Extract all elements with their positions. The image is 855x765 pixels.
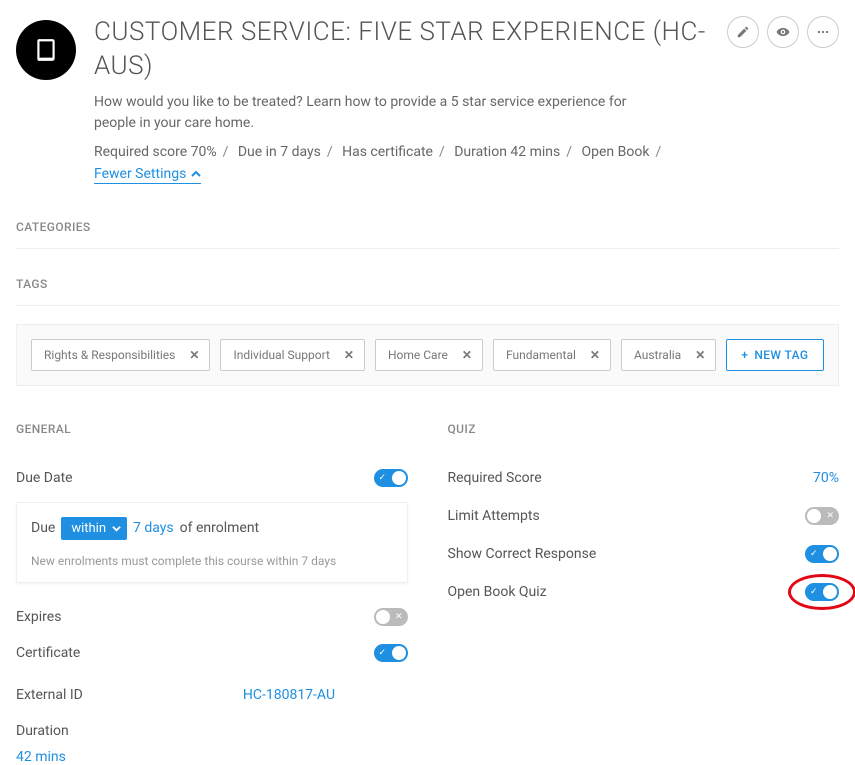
tag-chip[interactable]: Home Care✕	[375, 339, 483, 371]
expires-label: Expires	[16, 609, 61, 625]
page-title: CUSTOMER SERVICE: FIVE STAR EXPERIENCE (…	[94, 16, 709, 84]
close-icon[interactable]: ✕	[695, 348, 705, 362]
expires-toggle[interactable]: ✕	[374, 608, 408, 626]
eye-icon	[776, 25, 790, 39]
tag-chip[interactable]: Rights & Responsibilities✕	[31, 339, 210, 371]
tags-heading: TAGS	[16, 277, 839, 306]
fewer-settings-toggle[interactable]: Fewer Settings	[94, 166, 201, 184]
required-score-value[interactable]: 70%	[813, 470, 839, 486]
plus-icon: +	[741, 348, 748, 362]
required-score-label: Required Score	[448, 470, 542, 486]
chevron-up-icon	[191, 169, 201, 179]
general-heading: GENERAL	[16, 422, 408, 436]
new-tag-button[interactable]: + NEW TAG	[726, 339, 823, 371]
categories-heading: CATEGORIES	[16, 220, 839, 249]
open-book-label: Open Book Quiz	[448, 584, 547, 600]
due-date-toggle[interactable]: ✓	[374, 469, 408, 487]
tag-chip[interactable]: Fundamental✕	[493, 339, 611, 371]
close-icon[interactable]: ✕	[590, 348, 600, 362]
open-book-highlight: ✓	[805, 583, 839, 601]
chevron-down-icon	[112, 524, 121, 533]
certificate-toggle[interactable]: ✓	[374, 644, 408, 662]
certificate-label: Certificate	[16, 645, 80, 661]
tag-chip[interactable]: Individual Support✕	[220, 339, 365, 371]
pencil-icon	[736, 25, 750, 39]
limit-attempts-toggle[interactable]: ✕	[805, 507, 839, 525]
more-button[interactable]	[807, 16, 839, 48]
duration-label: Duration	[16, 723, 408, 739]
meta-row: Required score 70%/ Due in 7 days/ Has c…	[94, 144, 709, 160]
course-icon	[16, 20, 76, 80]
quiz-heading: QUIZ	[448, 422, 840, 436]
due-days-value[interactable]: 7 days	[133, 520, 174, 536]
limit-attempts-label: Limit Attempts	[448, 508, 540, 524]
tags-area: Rights & Responsibilities✕ Individual Su…	[16, 324, 839, 386]
due-note: New enrolments must complete this course…	[31, 554, 393, 568]
external-id-label: External ID	[16, 687, 83, 703]
duration-value[interactable]: 42 mins	[16, 749, 408, 765]
tag-chip[interactable]: Australia✕	[621, 339, 716, 371]
due-mode-select[interactable]: within	[61, 517, 127, 540]
due-date-label: Due Date	[16, 470, 73, 486]
more-icon	[816, 25, 830, 39]
close-icon[interactable]: ✕	[189, 348, 199, 362]
course-description: How would you like to be treated? Learn …	[94, 92, 654, 134]
show-correct-toggle[interactable]: ✓	[805, 545, 839, 563]
close-icon[interactable]: ✕	[344, 348, 354, 362]
preview-button[interactable]	[767, 16, 799, 48]
open-book-toggle[interactable]: ✓	[805, 583, 839, 601]
external-id-value[interactable]: HC-180817-AU	[243, 687, 335, 703]
edit-button[interactable]	[727, 16, 759, 48]
show-correct-label: Show Correct Response	[448, 546, 597, 562]
close-icon[interactable]: ✕	[462, 348, 472, 362]
due-date-card: Due within 7 days of enrolment New enrol…	[16, 502, 408, 583]
